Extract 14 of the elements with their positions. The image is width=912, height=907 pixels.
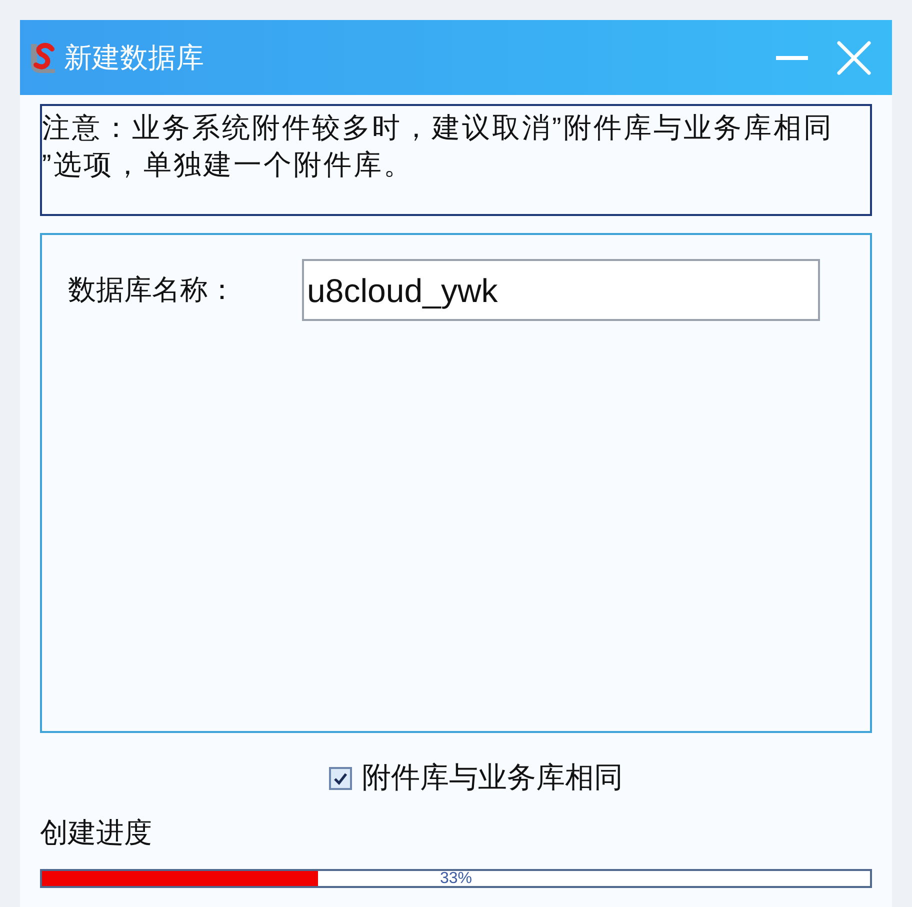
progress-label: 创建进度: [40, 819, 152, 847]
checkbox[interactable]: [329, 767, 352, 790]
close-button[interactable]: [836, 40, 872, 76]
window-title: 新建数据库: [64, 44, 204, 72]
app-logo-icon: [28, 41, 58, 74]
minimize-icon: [776, 56, 808, 60]
field-label: 数据库名称：: [68, 276, 237, 304]
checkmark-icon: [334, 772, 347, 784]
text-input[interactable]: u8cloud_ywk: [302, 259, 820, 321]
close-icon: [837, 40, 871, 74]
notice-text: 注意：业务系统附件较多时，建议取消”附件库与业务库相同”选项，单独建一个附件库。: [42, 111, 834, 182]
checkbox-label: 附件库与业务库相同: [362, 764, 623, 793]
input-value: u8cloud_ywk: [307, 274, 498, 306]
progress-reading: 33%: [438, 871, 474, 886]
